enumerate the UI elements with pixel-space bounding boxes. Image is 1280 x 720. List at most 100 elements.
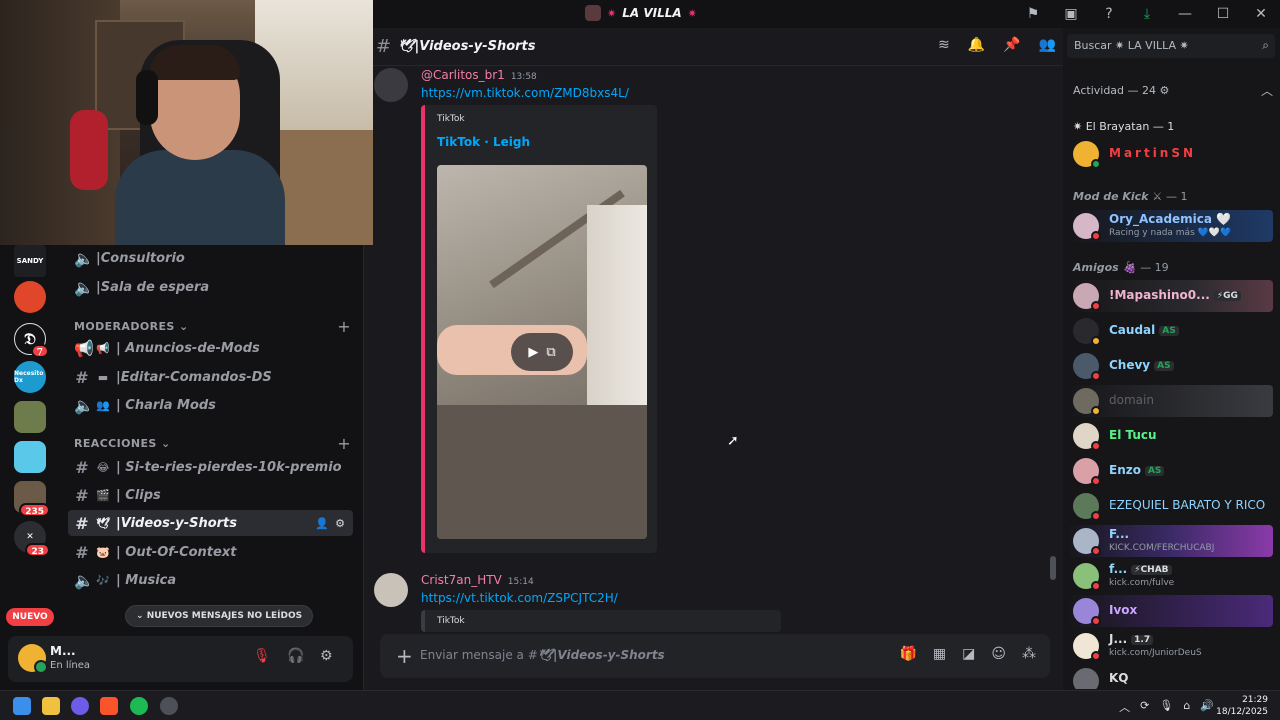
webcam-overlay [0,0,373,245]
member-item[interactable]: Caudal AS [1067,315,1273,347]
server-icon[interactable]: Necesito Dx [14,361,46,393]
voice-channel[interactable]: 🔈 👥 | Charla Mods [68,392,353,418]
new-unread-badge[interactable]: NUEVO [6,608,54,626]
sync-icon[interactable]: ⟳ [1140,699,1149,715]
member-item[interactable]: KQ [1067,665,1273,689]
channel-name: | Clips [116,487,161,503]
member-item[interactable]: Ivox [1067,595,1273,627]
voice-channel[interactable]: 🔈 |Sala de espera [68,274,353,300]
brave-browser-icon[interactable] [100,697,118,715]
member-item[interactable]: EZEQUIEL BARATO Y RICO [1067,490,1273,522]
server-icon[interactable]: 𝔇7 [14,323,49,358]
composer-placeholder[interactable]: Enviar mensaje a #🕊|Videos-y-Shorts [420,648,665,662]
channel-item[interactable]: 📢 📢 | Anuncios-de-Mods [68,335,353,361]
download-icon[interactable]: ⤓ [1128,0,1166,28]
clock-time: 21:29 [1242,695,1268,705]
channel-item-active[interactable]: # 🕊 |Videos-y-Shorts 👤 ⚙ [68,510,353,536]
server-icon[interactable]: ✕ 23 [14,521,50,557]
server-icon[interactable]: 235 [14,481,50,517]
deafen-icon[interactable]: 🎧 [287,648,304,664]
server-icon[interactable]: SANDY [14,245,46,277]
message-author[interactable]: @Carlitos_br1 13:58 [421,68,537,82]
gif-icon[interactable]: ▦ [933,646,946,662]
gear-icon[interactable]: ⚙ [320,648,333,664]
chevron-up-icon[interactable]: ︿ [1261,82,1273,99]
channel-emoji: 😂 [96,460,110,474]
windows-start-icon[interactable] [13,697,31,715]
member-item[interactable]: domain [1067,385,1273,417]
add-attachment-icon[interactable]: + [396,644,413,668]
server-icon[interactable] [14,401,46,433]
message-link[interactable]: https://vm.tiktok.com/ZMD8bxs4L/ [421,86,629,100]
flag-icon[interactable]: ⚑ [1014,0,1052,28]
member-item[interactable]: F... KICK.COM/FERCHUCABJ [1067,525,1273,557]
category-header[interactable]: REACCIONES ⌄ + [74,434,359,453]
author-name[interactable]: @Carlitos_br1 [421,68,505,82]
channel-item[interactable]: # 🐷 | Out-Of-Context [68,539,353,565]
server-icon[interactable] [14,561,46,593]
member-item[interactable]: Enzo AS [1067,455,1273,487]
discord-window: ✷ LA VILLA ✷ ⚑ ▣ ? ⤓ — ☐ ✕ # 🕊|Videos-y-… [0,0,1280,720]
search-input[interactable]: Buscar ✷ LA VILLA ✷ ⌕ [1067,34,1275,58]
server-icon[interactable] [14,281,46,313]
username[interactable]: M... [50,644,76,658]
server-icon[interactable] [14,441,46,473]
emoji-icon[interactable]: ☺ [991,646,1006,662]
add-channel-icon[interactable]: + [337,434,351,453]
member-item[interactable]: !Mapashino0... ⚡GG [1067,280,1273,312]
avatar[interactable] [374,573,408,607]
avatar[interactable] [374,68,408,102]
category-header[interactable]: MODERADORES ⌄ + [74,317,359,336]
file-explorer-icon[interactable] [42,697,60,715]
channel-item[interactable]: # 😂 | Si-te-ries-pierdes-10k-premio [68,454,353,480]
play-button[interactable]: ▶ ⧉ [511,333,573,371]
network-icon[interactable]: ⌂ [1183,699,1190,715]
member-item[interactable]: El Tucu [1067,420,1273,452]
obs-icon[interactable] [160,697,178,715]
maximize-button[interactable]: ☐ [1204,0,1242,28]
pin-icon[interactable]: 📌 [1003,37,1020,53]
member-item[interactable]: Ory_Academica 🤍 Racing y nada más 💙🤍💙 [1067,210,1273,242]
embed-video[interactable]: ▶ ⧉ [437,165,647,539]
members-icon[interactable]: 👥 [1039,37,1056,53]
member-item[interactable]: J... 1.7 kick.com/JuniorDeuS [1067,630,1273,662]
member-item[interactable]: MartinSN [1067,138,1273,170]
voice-channel[interactable]: 🔈 🎶 | Musica [68,567,353,593]
threads-icon[interactable]: ≋ [938,37,950,53]
message-link[interactable]: https://vt.tiktok.com/ZSPCJTC2H/ [421,591,618,605]
member-item[interactable]: Chevy AS [1067,350,1273,382]
unread-badge: 235 [19,503,50,517]
embed-title[interactable]: TikTok · Leigh [437,135,530,149]
invite-icon[interactable]: 👤 [315,517,329,530]
close-button[interactable]: ✕ [1242,0,1280,28]
gift-icon[interactable]: 🎁 [899,646,916,662]
bell-icon[interactable]: 🔔 [968,37,985,53]
group-label: Mod de Kick ⚔ [1073,190,1163,203]
volume-icon[interactable]: 🔊 [1200,699,1214,715]
chevron-up-icon[interactable]: ︿ [1119,699,1130,715]
member-item[interactable]: f... ⚡CHAB kick.com/fulve [1067,560,1273,592]
activity-header[interactable]: Actividad — 24 ⚙ ︿ [1073,82,1273,99]
gear-icon[interactable]: ⚙ [335,517,345,530]
add-channel-icon[interactable]: + [337,317,351,336]
channel-item[interactable]: # 🎬 | Clips [68,482,353,508]
message-author[interactable]: Crist7an_HTV 15:14 [421,573,534,587]
sticker-icon[interactable]: ◪ [962,646,975,662]
apps-icon[interactable]: ⁂ [1022,646,1036,662]
microphone-icon[interactable]: 🎙 [1159,699,1173,715]
scrollbar[interactable] [1050,556,1056,580]
spotify-icon[interactable] [130,697,148,715]
minimize-button[interactable]: — [1166,0,1204,28]
message-composer[interactable]: + Enviar mensaje a #🕊|Videos-y-Shorts 🎁 … [380,634,1050,678]
system-clock[interactable]: 21:29 18/12/2025 [1216,694,1268,718]
author-name[interactable]: Crist7an_HTV [421,573,502,587]
avatar[interactable] [18,644,48,674]
member-name: !Mapashino0... [1109,288,1210,302]
help-icon[interactable]: ? [1090,0,1128,28]
twitch-icon[interactable] [71,697,89,715]
channel-item[interactable]: # ▬ |Editar-Comandos-DS [68,364,353,390]
unread-messages-pill[interactable]: ⌄ NUEVOS MENSAJES NO LEÍDOS [125,605,314,627]
voice-channel[interactable]: 🔈 |Consultorio [68,245,353,271]
inbox-icon[interactable]: ▣ [1052,0,1090,28]
mic-muted-icon[interactable]: 🎙 [253,648,271,664]
